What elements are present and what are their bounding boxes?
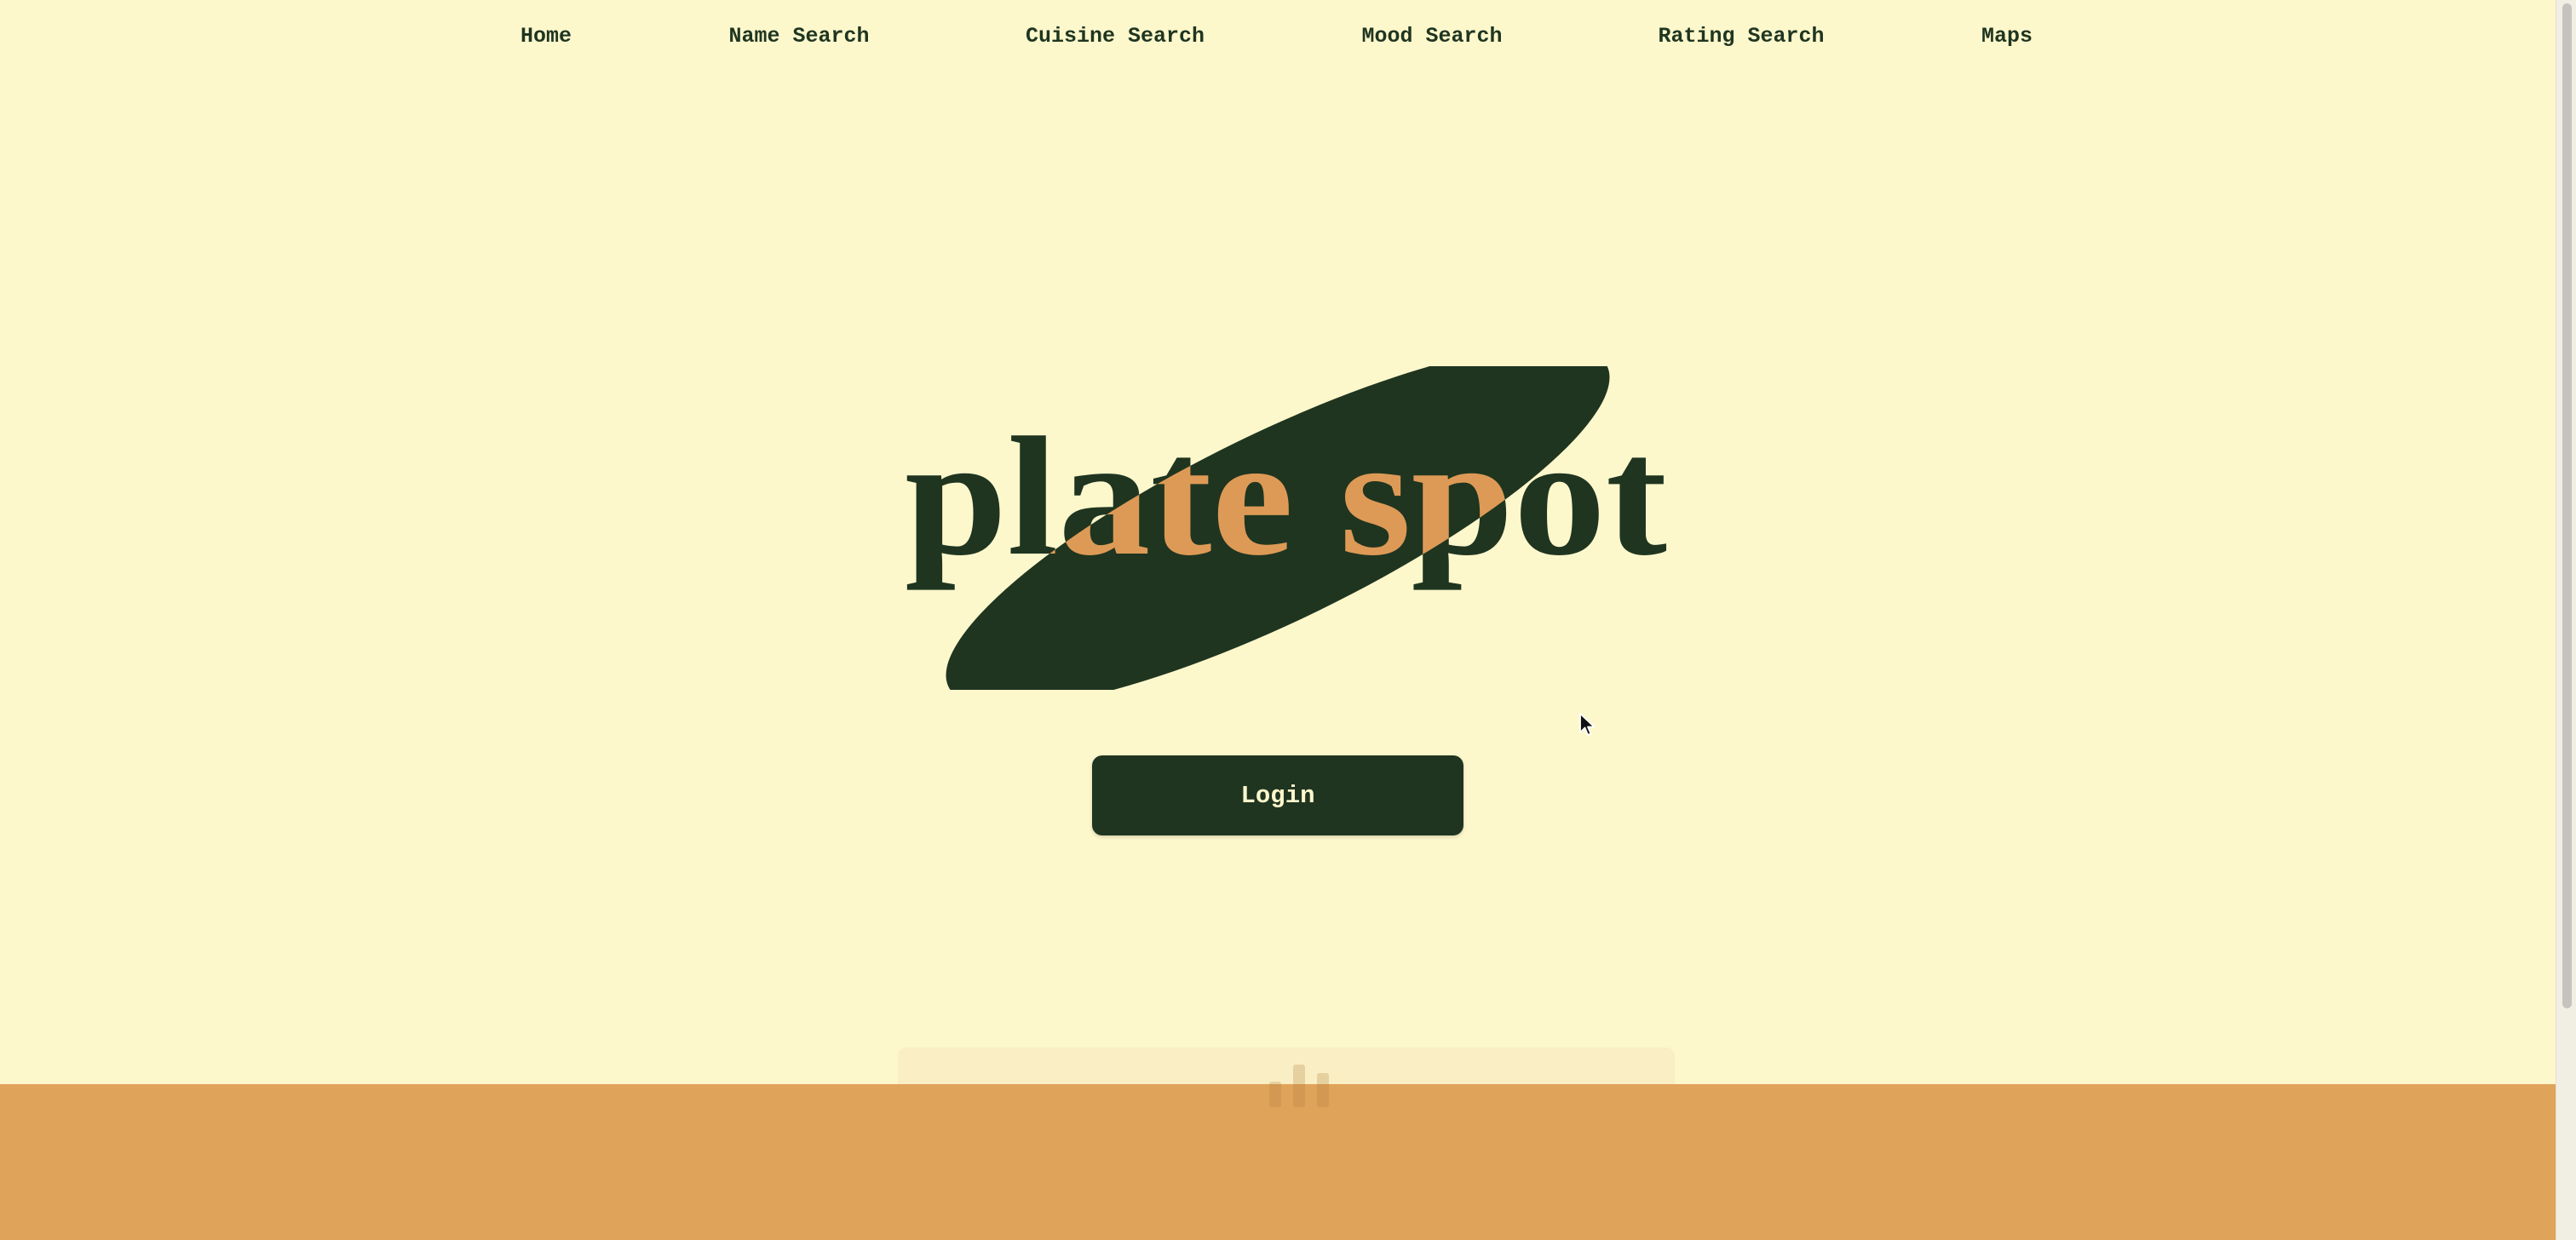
vertical-scrollbar[interactable] — [2556, 0, 2576, 1240]
mouse-cursor-icon — [1579, 713, 1596, 736]
nav-cuisine-search-link[interactable]: Cuisine Search — [1026, 24, 1205, 49]
nav-maps-link[interactable]: Maps — [1981, 24, 2033, 49]
login-button[interactable]: Login — [1092, 755, 1463, 835]
faded-decoration — [1269, 1065, 1329, 1107]
nav-name-search-link[interactable]: Name Search — [728, 24, 869, 49]
nav-mood-search-link[interactable]: Mood Search — [1361, 24, 1502, 49]
plate-spot-logo: plate spot plate spot — [886, 366, 1695, 690]
footer-band — [0, 1084, 2556, 1240]
nav-home-link[interactable]: Home — [520, 24, 572, 49]
page: Home Name Search Cuisine Search Mood Sea… — [0, 0, 2556, 1240]
top-navigation: Home Name Search Cuisine Search Mood Sea… — [0, 0, 2556, 77]
scrollbar-thumb[interactable] — [2562, 3, 2572, 1008]
nav-rating-search-link[interactable]: Rating Search — [1658, 24, 1824, 49]
